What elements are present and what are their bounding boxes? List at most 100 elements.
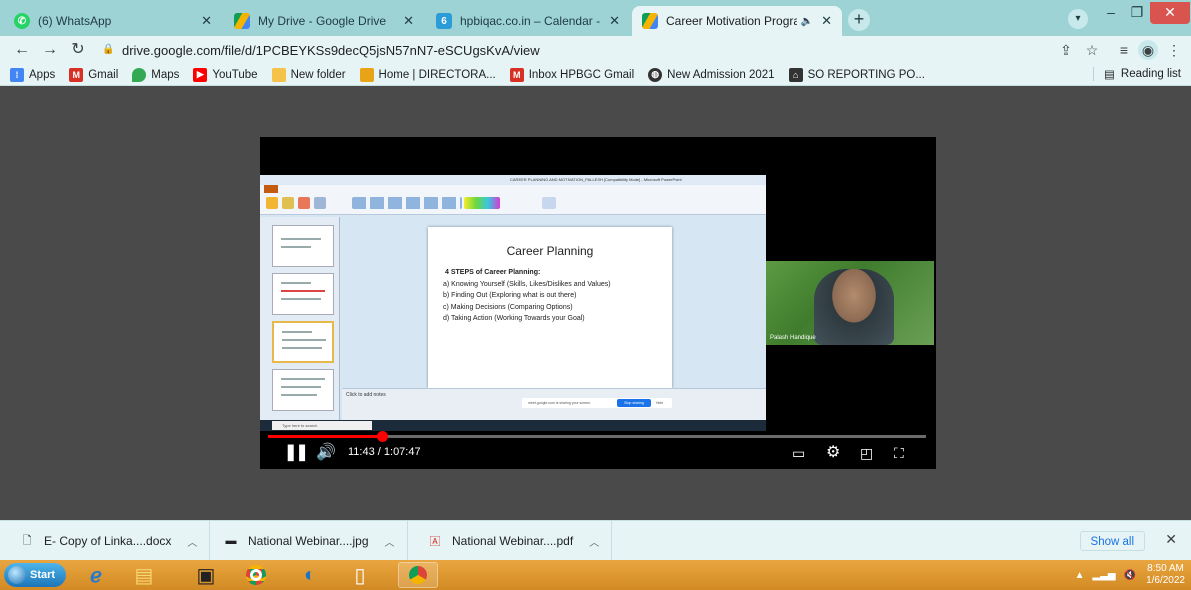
current-time: 11:43 (348, 446, 375, 458)
clock-time: 8:50 AM (1147, 563, 1184, 574)
tab-title: My Drive - Google Drive (258, 14, 387, 28)
address-bar[interactable]: 🔒 drive.google.com/file/d/1PCBEYKSs9decQ… (102, 39, 1162, 61)
url-text: drive.google.com/file/d/1PCBEYKSs9decQ5j… (122, 42, 540, 58)
download-item-jpg[interactable]: ▬ National Webinar....jpg ︿ (214, 521, 408, 561)
bookmark-new-folder[interactable]: New folder (271, 67, 346, 82)
gmail-icon: M (509, 67, 524, 82)
presenter-webcam: Palash Handique (766, 261, 934, 345)
close-window-button[interactable]: ✕ (1150, 2, 1190, 24)
time-display: 11:43 / 1:07:47 (348, 446, 421, 458)
maximize-button[interactable]: ❐ (1124, 2, 1150, 24)
captions-icon[interactable]: ▭ (792, 443, 805, 463)
highlighter-styles (464, 197, 500, 209)
image-icon: ▬ (225, 535, 237, 547)
recorded-search-box: Type here to search (272, 421, 372, 430)
close-tab-icon[interactable]: ✕ (609, 13, 620, 29)
download-item-pdf[interactable]: 🄰 National Webinar....pdf ︿ (418, 521, 613, 561)
file-explorer-icon[interactable]: ▤ (124, 562, 164, 588)
bookmark-youtube[interactable]: ▶ YouTube (193, 67, 258, 82)
windows-orb-icon (8, 566, 26, 584)
home-icon: ⌂ (788, 67, 803, 82)
tab-search-icon[interactable]: ▾ (1068, 9, 1088, 29)
network-signal-icon[interactable]: ▂▃▅ (1093, 570, 1116, 581)
minimize-button[interactable]: – (1098, 2, 1124, 24)
chevron-up-icon[interactable]: ︿ (385, 534, 395, 549)
video-progress-bar[interactable] (268, 431, 926, 442)
bookmark-directorate[interactable]: Home | DIRECTORA... (359, 67, 496, 82)
tab-whatsapp[interactable]: ✆ (6) WhatsApp ✕ (4, 6, 222, 36)
bookmark-so-reporting[interactable]: ⌂ SO REPORTING PO... (788, 67, 925, 82)
close-tab-icon[interactable]: ✕ (821, 13, 832, 29)
settings-gear-icon[interactable]: ⚙ (826, 443, 840, 463)
download-item-docx[interactable]: 🗋 E- Copy of Linka....docx ︿ (10, 521, 211, 561)
chevron-up-icon[interactable]: ︿ (589, 534, 599, 549)
tab-calendar[interactable]: 6 hpbiqac.co.in – Calendar - June 2 ✕ (426, 6, 630, 36)
fullscreen-icon[interactable]: ⛶ (894, 443, 904, 463)
highlighter-icon (282, 197, 294, 209)
close-tab-icon[interactable]: ✕ (201, 13, 212, 29)
clock-date: 1/6/2022 (1146, 575, 1185, 586)
forward-icon[interactable]: → (40, 40, 60, 60)
share-icon[interactable]: ⇪ (1056, 40, 1076, 60)
pdf-icon: 🄰 (429, 536, 441, 548)
slide-step: a) Knowing Yourself (Skills, Likes/Disli… (443, 280, 611, 288)
menu-kebab-icon[interactable]: ⋮ (1164, 40, 1184, 60)
pause-icon[interactable]: ❚❚ (284, 443, 309, 463)
tab-career-motivation[interactable]: Career Motivation Programm 🔈 ✕ (632, 6, 842, 36)
bookmark-inbox-hpbgc[interactable]: M Inbox HPBGC Gmail (509, 67, 634, 82)
slide-body: 4 STEPS of Career Planning: a) Knowing Y… (443, 267, 667, 325)
presentation-slide: Career Planning 4 STEPS of Career Planni… (428, 227, 672, 388)
close-downloads-icon[interactable]: ✕ (1165, 531, 1177, 548)
eraser-icon (298, 197, 310, 209)
reload-icon[interactable]: ↻ (68, 40, 88, 60)
hide-button: Hide (656, 401, 664, 405)
speaker-icon[interactable]: 🔈 (801, 16, 813, 27)
bookmarks-bar: ⁞ Apps M Gmail Maps ▶ YouTube New folder Ho… (0, 64, 1191, 86)
media-control-icon[interactable]: ≡ (1114, 40, 1134, 60)
show-hidden-icons[interactable]: ▲ (1075, 570, 1085, 581)
internet-explorer-icon[interactable]: ℯ (76, 562, 116, 588)
back-icon[interactable]: ← (12, 40, 32, 60)
browser-toolbar: ← → ↻ 🔒 drive.google.com/file/d/1PCBEYKS… (0, 36, 1191, 64)
drive-file-viewer: CAREER PLANNING AND MOTIVATION_PALLESH [… (0, 87, 1191, 520)
tab-strip: ✆ (6) WhatsApp ✕ My Drive - Google Drive… (0, 0, 1191, 36)
bookmark-star-icon[interactable]: ☆ (1082, 40, 1102, 60)
presenter-video (814, 269, 894, 345)
slide-step: d) Taking Action (Working Towards your G… (443, 315, 585, 322)
store-icon[interactable]: ▣ (186, 562, 226, 588)
video-player[interactable]: CAREER PLANNING AND MOTIVATION_PALLESH [… (260, 137, 936, 469)
new-tab-button[interactable]: + (848, 9, 870, 31)
document-icon: 🗋 (22, 534, 32, 547)
bookmark-gmail[interactable]: M Gmail (69, 67, 118, 82)
system-tray: ▲ ▂▃▅ 🔇 8:50 AM 1/6/2022 (1075, 560, 1185, 590)
progress-scrubber[interactable] (376, 431, 388, 442)
start-button[interactable]: Start (4, 563, 66, 587)
slide-step: b) Finding Out (Exploring what is out th… (443, 292, 577, 299)
volume-muted-icon[interactable]: 🔇 (1124, 570, 1136, 581)
duration: 1:07:47 (383, 446, 421, 458)
show-all-button[interactable]: Show all (1079, 531, 1145, 551)
reading-list-button[interactable]: ▤ Reading list (1093, 67, 1181, 81)
bookmark-apps[interactable]: ⁞ Apps (10, 67, 55, 82)
close-tab-icon[interactable]: ✕ (403, 13, 414, 29)
chevron-up-icon[interactable]: ︿ (187, 534, 197, 549)
screen-share-banner: meet.google.com is sharing your screen. … (522, 398, 672, 408)
clock[interactable]: 8:50 AM 1/6/2022 (1146, 563, 1185, 587)
notepad-icon[interactable]: ▯ (340, 562, 380, 588)
chrome-icon[interactable] (236, 562, 276, 588)
ppt-ribbon (260, 185, 766, 215)
ppt-window-title: CAREER PLANNING AND MOTIVATION_PALLESH [… (260, 175, 766, 185)
volume-icon[interactable]: 🔊 (316, 443, 336, 463)
tab-title: (6) WhatsApp (38, 14, 112, 28)
recorded-taskbar: Type here to search (260, 420, 766, 431)
profile-avatar[interactable]: ◉ (1138, 40, 1158, 60)
lock-icon: 🔒 (102, 44, 115, 55)
miniplayer-icon[interactable]: ◰ (860, 443, 873, 463)
edge-icon[interactable]: ◐ (290, 562, 330, 588)
chrome-taskbar-active[interactable] (398, 562, 438, 588)
bookmark-new-admission[interactable]: ◍ New Admission 2021 (648, 67, 775, 82)
tab-google-drive[interactable]: My Drive - Google Drive ✕ (224, 6, 424, 36)
bookmark-maps[interactable]: Maps (132, 67, 179, 82)
slide-heading: 4 STEPS of Career Planning: (445, 269, 541, 276)
windows-taskbar: Start ℯ ▤ ▣ ◐ ▯ ▲ ▂▃▅ 🔇 8:50 AM 1/6/2022 (0, 560, 1191, 590)
